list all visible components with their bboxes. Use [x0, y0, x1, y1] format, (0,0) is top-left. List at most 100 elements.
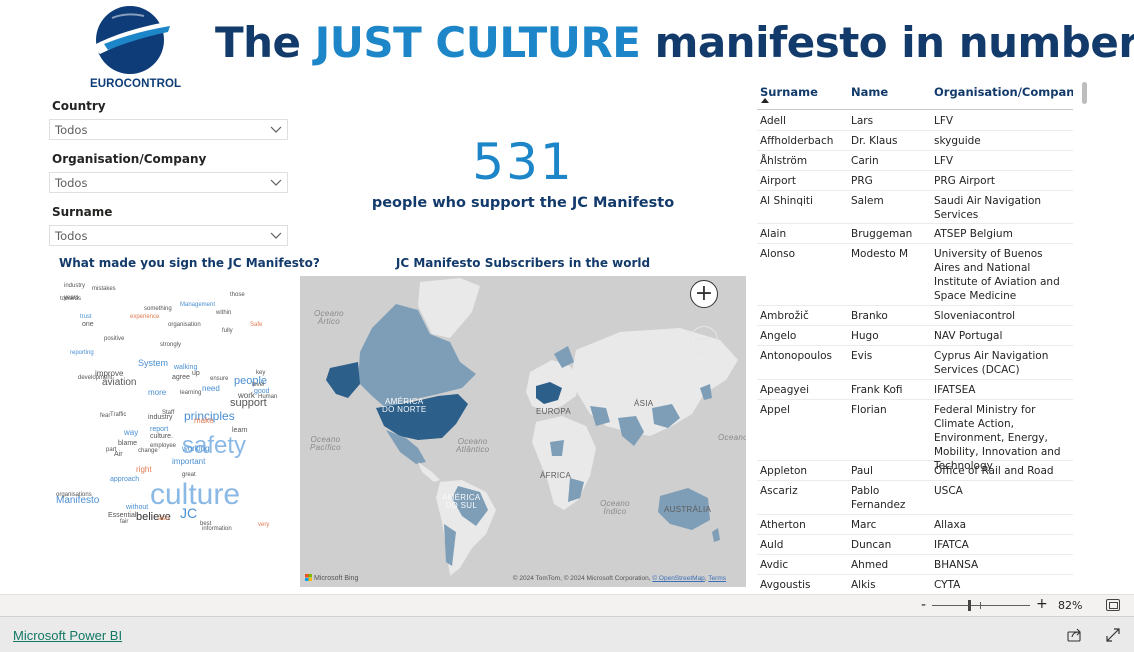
surname-dropdown[interactable]: Todos	[49, 225, 288, 246]
table-row[interactable]: Adell Lars LFV	[757, 111, 1073, 131]
wordcloud-word[interactable]: information	[202, 526, 232, 532]
table-row[interactable]: Avdic Ahmed BHANSA	[757, 555, 1073, 575]
wordcloud-word[interactable]: positive	[104, 336, 124, 342]
column-header-name[interactable]: Name	[851, 85, 888, 99]
wordcloud-word[interactable]: very	[258, 522, 269, 528]
wordcloud-word[interactable]: good	[254, 388, 270, 395]
wordcloud-word[interactable]: work	[238, 392, 255, 400]
table-row[interactable]: Alain Bruggeman ATSEP Belgium	[757, 224, 1073, 244]
table-row[interactable]: Appel Florian Federal Ministry for Climate…	[757, 400, 1073, 472]
wordcloud-word[interactable]: ensure	[210, 376, 228, 382]
table-row[interactable]: Affholderbach Dr. Klaus skyguide	[757, 131, 1073, 151]
world-map[interactable]: Oceano Ártico Oceano Pacífico Oceano Atlânt…	[300, 276, 746, 587]
wordcloud-word[interactable]: without	[126, 504, 148, 511]
cell-surname: Apeagyei	[760, 384, 809, 396]
wordcloud-word[interactable]: within	[216, 310, 231, 316]
table-row[interactable]: Antonopoulos Evis Cyprus Air Navigation Se…	[757, 346, 1073, 380]
table-row[interactable]: Apeagyei Frank Kofi IFATSEA	[757, 380, 1073, 400]
wordcloud-word[interactable]: part	[106, 447, 116, 453]
organisation-dropdown[interactable]: Todos	[49, 172, 288, 193]
table-row[interactable]: Atherton Marc Allaxa	[757, 515, 1073, 535]
wordcloud-word[interactable]: agree	[172, 374, 190, 381]
wordcloud-word[interactable]: Management	[180, 302, 215, 308]
wordcloud-word[interactable]: up	[192, 370, 200, 377]
wordcloud-word[interactable]: also	[158, 516, 169, 522]
zoom-slider-track[interactable]	[932, 605, 1030, 606]
cell-surname: Appleton	[760, 465, 808, 477]
wordcloud-word[interactable]: strongly	[160, 342, 181, 348]
wordcloud-word[interactable]: key	[256, 370, 265, 376]
map-zoom-in-button[interactable]: +	[690, 280, 718, 308]
wordcloud[interactable]: culture safety principles Manifesto aviation…	[52, 272, 290, 547]
openstreetmap-link[interactable]: © OpenStreetMap	[652, 575, 704, 582]
table-row[interactable]: Al Shinqiti Salem Saudi Air Navigation Ser…	[757, 191, 1073, 224]
wordcloud-word[interactable]: report	[150, 426, 168, 433]
country-dropdown[interactable]: Todos	[49, 119, 288, 140]
power-bi-link[interactable]: Microsoft Power BI	[13, 628, 122, 643]
wordcloud-word[interactable]: great	[182, 472, 196, 478]
column-header-surname[interactable]: Surname	[760, 85, 818, 99]
wordcloud-word[interactable]: JC	[180, 506, 197, 520]
column-header-organisation[interactable]: Organisation/Company	[934, 85, 1073, 99]
wordcloud-word[interactable]: approach	[110, 476, 139, 483]
wordcloud-word[interactable]: Essential	[108, 512, 136, 519]
fullscreen-icon[interactable]	[1106, 628, 1120, 642]
table-row[interactable]: Airport PRG PRG Airport	[757, 171, 1073, 191]
wordcloud-word[interactable]: development	[78, 375, 112, 381]
table-row[interactable]: Ambrožič Branko Sloveniacontrol	[757, 306, 1073, 326]
wordcloud-word[interactable]: fully	[222, 328, 233, 334]
cell-name: Alkis	[851, 579, 876, 590]
fit-to-page-icon[interactable]	[1106, 599, 1120, 611]
wordcloud-word[interactable]: towards	[60, 296, 81, 302]
wordcloud-word[interactable]: one	[82, 321, 94, 328]
wordcloud-word[interactable]: Staff	[162, 410, 174, 416]
wordcloud-word[interactable]: Traffic	[110, 412, 126, 418]
zoom-percentage[interactable]: 82%	[1058, 599, 1082, 612]
cell-organisation: PRG Airport	[934, 175, 996, 187]
table-scrollbar[interactable]	[1082, 82, 1087, 104]
table-row[interactable]: Avgoustis Alkis CYTA	[757, 575, 1073, 590]
wordcloud-word[interactable]: need	[202, 385, 220, 393]
wordcloud-word[interactable]: System	[138, 359, 168, 368]
terms-link[interactable]: Terms	[708, 575, 726, 582]
share-icon[interactable]	[1067, 628, 1083, 642]
wordcloud-word[interactable]: Safe	[250, 322, 262, 328]
table-row[interactable]: Åhlström Carin LFV	[757, 151, 1073, 171]
zoom-out-button[interactable]: -	[921, 597, 926, 613]
wordcloud-word[interactable]: organisation	[168, 322, 201, 328]
map-label-europe: EUROPA	[536, 407, 571, 416]
wordcloud-word[interactable]: organisations	[56, 492, 92, 498]
wordcloud-word[interactable]: blame	[118, 440, 137, 447]
wordcloud-word[interactable]: make	[194, 417, 214, 425]
table-row[interactable]: Ascariz Pablo Fernandez USCA	[757, 481, 1073, 515]
wordcloud-word[interactable]: reporting	[70, 350, 94, 356]
wordcloud-word[interactable]: fair	[120, 519, 128, 525]
wordcloud-word[interactable]: more	[148, 389, 166, 397]
wordcloud-word[interactable]: way	[124, 429, 138, 437]
wordcloud-word[interactable]: level	[252, 382, 264, 388]
wordcloud-word[interactable]: those	[230, 292, 245, 298]
table-row[interactable]: Alonso Modesto M University of Buenos Aire…	[757, 244, 1073, 306]
wordcloud-word[interactable]: important	[172, 458, 205, 466]
zoom-in-button[interactable]: +	[1036, 596, 1048, 612]
wordcloud-word[interactable]: culture.	[150, 433, 173, 440]
wordcloud-word[interactable]: experience	[130, 314, 159, 320]
wordcloud-word[interactable]: trust	[80, 314, 92, 320]
map-zoom-out-button[interactable]: −	[690, 326, 718, 354]
wordcloud-word[interactable]: learn	[232, 427, 248, 434]
table-row[interactable]: Auld Duncan IFATCA	[757, 535, 1073, 555]
wordcloud-word[interactable]: right	[136, 466, 152, 474]
table-row[interactable]: Angelo Hugo NAV Portugal	[757, 326, 1073, 346]
wordcloud-word[interactable]: learning	[180, 390, 201, 396]
cell-organisation: Sloveniacontrol	[934, 310, 1016, 322]
wordcloud-word[interactable]: something	[144, 306, 172, 312]
map-label-arctic: Oceano Ártico	[314, 309, 344, 327]
wordcloud-word[interactable]: working	[182, 445, 210, 453]
wordcloud-word[interactable]: employee	[150, 443, 176, 449]
cell-surname: Avdic	[760, 559, 789, 571]
zoom-slider-thumb[interactable]	[968, 600, 971, 611]
wordcloud-word[interactable]: mistakes	[92, 286, 116, 292]
wordcloud-word[interactable]: fear	[100, 413, 110, 419]
wordcloud-word[interactable]: industry	[64, 283, 85, 289]
table-row[interactable]: Appleton Paul Office of Rail and Road	[757, 461, 1073, 481]
